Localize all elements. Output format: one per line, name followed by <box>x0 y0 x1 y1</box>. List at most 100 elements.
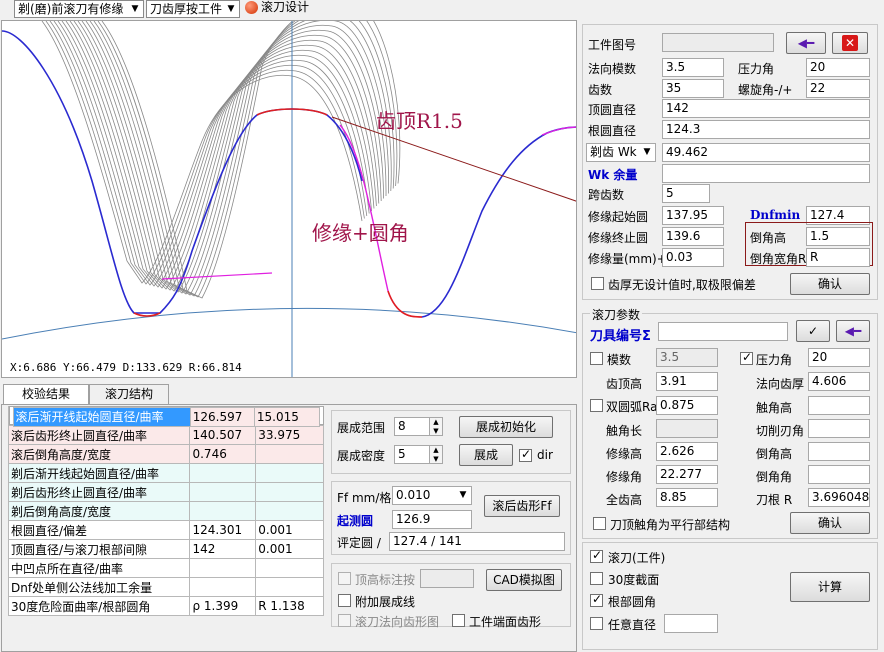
tab-hob-structure[interactable]: 滚刀结构 <box>89 384 169 404</box>
hob-mod-angle-label: 修缘角 <box>606 470 643 484</box>
protub-height-input[interactable] <box>808 396 870 415</box>
chamfer-width-input[interactable]: R <box>806 248 870 267</box>
table-row[interactable]: Dnf处单侧公法线加工余量 <box>7 577 324 597</box>
tooth-select[interactable]: 刀齿厚按工件 ▼ <box>146 0 240 18</box>
limit-checkbox[interactable] <box>591 277 604 290</box>
normal-thick-input[interactable]: 4.606 <box>808 372 870 391</box>
table-row[interactable]: 剃后倒角高度/宽度 <box>7 501 324 521</box>
hob-design-icon[interactable] <box>245 1 258 14</box>
row-label: 滚后齿形终止圆直径/曲率 <box>7 425 191 445</box>
hob-confirm-button[interactable]: 确认 <box>790 512 870 534</box>
mode-select[interactable]: 剃(磨)前滚刀有修缘 ▼ <box>14 0 144 18</box>
pressure-angle-input[interactable]: 20 <box>806 58 870 77</box>
hob-mod-angle-input[interactable]: 22.277 <box>656 465 718 484</box>
row-label: 30度危险面曲率/根部圆角 <box>7 596 191 616</box>
workpiece-confirm-button[interactable]: 确认 <box>790 273 870 295</box>
tip-dia-input[interactable]: 142 <box>662 99 870 118</box>
root-r-input[interactable]: 3.696048/- <box>808 488 870 507</box>
hob-pa-input[interactable]: 20 <box>808 348 870 367</box>
shave-select[interactable]: 剃齿 Wk ▼ <box>586 143 656 162</box>
mod-end-input[interactable]: 139.6 <box>662 227 724 246</box>
section30-checkbox[interactable] <box>590 572 603 585</box>
hob-work-label: 滚刀(工件) <box>608 551 666 565</box>
range-spinner[interactable]: ▲ ▼ <box>429 417 443 436</box>
cut-angle-input[interactable] <box>808 419 870 438</box>
expand-button[interactable]: 展成 <box>459 444 513 466</box>
protub-length-input[interactable] <box>656 419 718 438</box>
hob-chamfer-height-input[interactable] <box>808 442 870 461</box>
mod-start-input[interactable]: 137.95 <box>662 206 724 225</box>
cad-sim-button[interactable]: CAD模拟图 <box>486 569 562 591</box>
normal-module-input[interactable]: 3.5 <box>662 58 724 77</box>
addendum-input[interactable]: 3.91 <box>656 372 718 391</box>
hob-normal-checkbox[interactable] <box>338 614 351 627</box>
top-mark-input[interactable] <box>420 569 474 588</box>
tool-no-input[interactable] <box>658 322 788 341</box>
cursor-coordinates: X:6.686 Y:66.479 D:133.629 R:66.814 <box>10 361 242 374</box>
table-row[interactable]: 剃后齿形终止圆直径/曲率 <box>7 482 324 502</box>
module-input[interactable]: 3.5 <box>656 348 718 367</box>
span-teeth-input[interactable]: 5 <box>662 184 710 203</box>
hob-mod-height-label: 修缘高 <box>606 447 643 461</box>
hob-mod-height-input[interactable]: 2.626 <box>656 442 718 461</box>
table-row[interactable]: 滚后渐开线起始圆直径/曲率 126.597 15.015 <box>8 406 324 427</box>
density-input[interactable]: 5 <box>394 445 430 464</box>
eval-circle-input[interactable]: 127.4 / 141 <box>389 532 565 551</box>
close-button[interactable]: ✕ <box>832 32 868 54</box>
table-row[interactable]: 30度危险面曲率/根部圆角 ρ 1.399 R 1.138 <box>7 596 324 616</box>
hob-chamfer-angle-input[interactable] <box>808 465 870 484</box>
any-dia-checkbox[interactable] <box>590 617 603 630</box>
table-row[interactable]: 顶圆直径/与滚刀根部间隙 142 0.001 <box>7 539 324 559</box>
teeth-input[interactable]: 35 <box>662 79 724 98</box>
table-row[interactable]: 滚后齿形终止圆直径/曲率 140.507 33.975 <box>7 425 324 445</box>
parallel-checkbox[interactable] <box>593 517 606 530</box>
row-label: 顶圆直径/与滚刀根部间隙 <box>7 539 191 559</box>
root-dia-input[interactable]: 124.3 <box>662 120 870 139</box>
teeth-label: 齿数 <box>588 83 613 97</box>
double-arc-input[interactable]: 0.875 <box>656 396 718 415</box>
right-tip-mod <box>541 126 576 136</box>
workpiece-end-checkbox[interactable] <box>452 614 465 627</box>
top-mark-checkbox[interactable] <box>338 572 351 585</box>
start-circle-input[interactable]: 126.9 <box>392 510 472 529</box>
ff-button[interactable]: 滚后齿形Ff <box>484 495 560 517</box>
hob-design-label[interactable]: 滚刀设计 <box>261 0 309 14</box>
tool-no-label: 刀具编号Σ <box>590 329 651 344</box>
table-row[interactable]: 中凹点所在直径/曲率 <box>7 558 324 578</box>
envelope-line <box>85 21 389 295</box>
expand-init-button[interactable]: 展成初始化 <box>459 416 553 438</box>
chamfer-height-input[interactable]: 1.5 <box>806 227 870 246</box>
back-arrow-button[interactable]: ◀━ <box>786 32 826 54</box>
wk-input[interactable]: 49.462 <box>662 143 870 162</box>
dir-checkbox[interactable] <box>519 447 532 462</box>
ff-select-value: 0.010 <box>396 488 431 502</box>
full-height-input[interactable]: 8.85 <box>656 488 718 507</box>
add-line-checkbox[interactable] <box>338 594 351 607</box>
pa-checkbox[interactable] <box>740 350 753 365</box>
density-spinner[interactable]: ▲ ▼ <box>429 445 443 464</box>
addendum-label: 齿顶高 <box>606 377 643 391</box>
root-round-checkbox[interactable] <box>590 592 603 607</box>
edit-button[interactable]: ✓ <box>796 320 830 342</box>
hob-back-button[interactable]: ◀━ <box>836 320 870 342</box>
helix-input[interactable]: 22 <box>806 79 870 98</box>
table-row[interactable]: 根圆直径/偏差 124.301 0.001 <box>7 520 324 540</box>
ff-select[interactable]: 0.010 ▼ <box>392 486 472 505</box>
calculate-button[interactable]: 计算 <box>790 572 870 602</box>
any-dia-input[interactable] <box>664 614 718 633</box>
wk-allowance-input[interactable] <box>662 164 870 183</box>
module-label: 模数 <box>607 353 632 367</box>
table-row[interactable]: 滚后倒角高度/宽度 0.746 <box>7 444 324 464</box>
row-value <box>189 482 257 502</box>
spin-down-icon: ▼ <box>433 455 439 463</box>
range-input[interactable]: 8 <box>394 417 430 436</box>
part-no-input[interactable] <box>662 33 774 52</box>
hob-work-checkbox[interactable] <box>590 548 603 563</box>
mode-select-value: 剃(磨)前滚刀有修缘 <box>18 2 124 16</box>
double-arc-checkbox[interactable] <box>590 399 603 412</box>
table-row[interactable]: 剃后渐开线起始圆直径/曲率 <box>7 463 324 483</box>
profile-plot[interactable]: 齿顶R1.5 修缘+圆角 X:6.686 Y:66.479 D:133.629 … <box>1 20 577 378</box>
mod-amount-input[interactable]: 0.03 <box>662 248 724 267</box>
tab-check-results[interactable]: 校验结果 <box>3 384 89 405</box>
module-checkbox[interactable] <box>590 352 603 365</box>
